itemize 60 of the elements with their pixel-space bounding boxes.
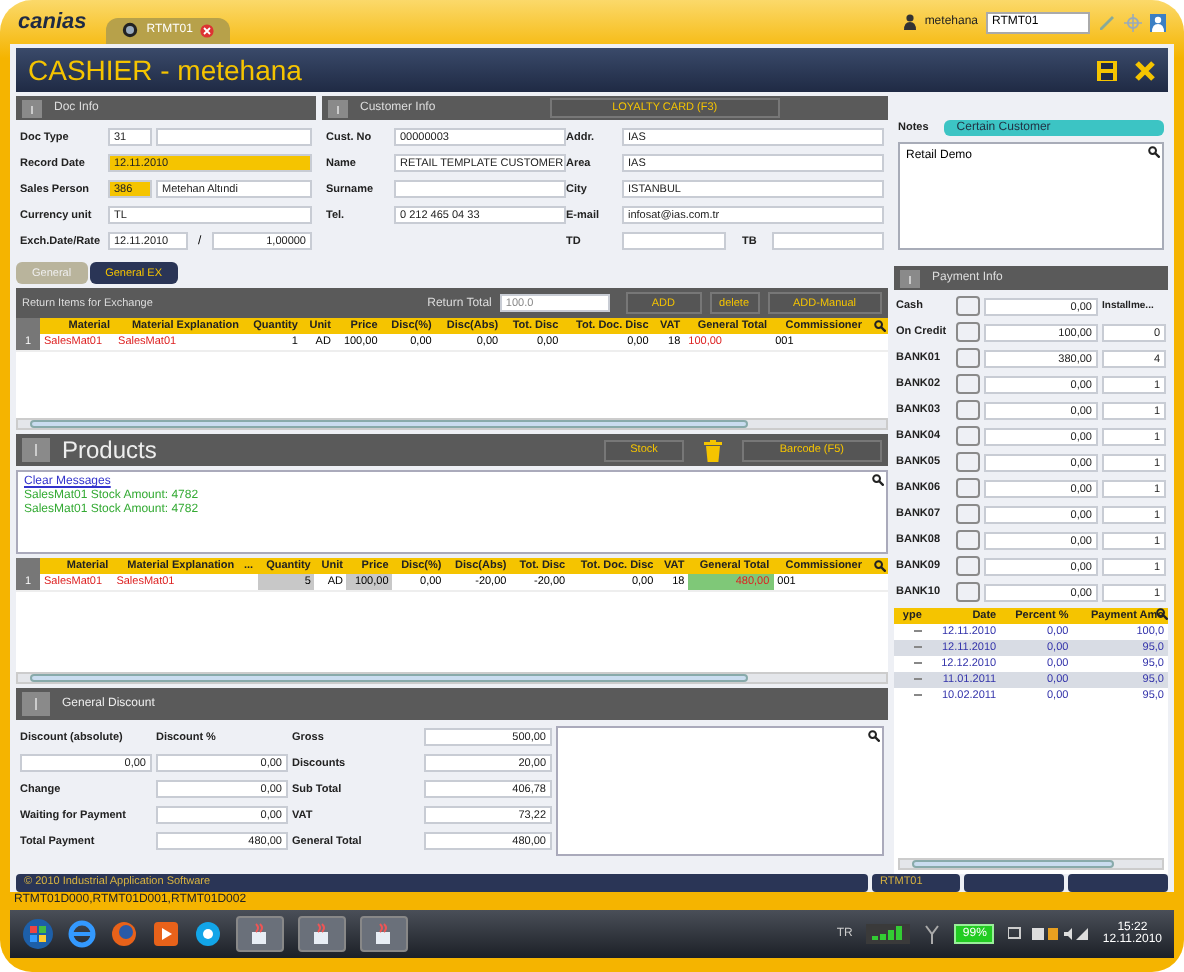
globe-icon (122, 22, 139, 38)
play-icon[interactable] (152, 920, 180, 948)
collapse-icon[interactable] (22, 692, 50, 716)
network-icon[interactable] (924, 924, 941, 944)
input-field[interactable] (156, 128, 312, 146)
row-marker (913, 678, 922, 681)
signal-bars-icon[interactable] (866, 924, 911, 944)
search-icon[interactable] (1148, 146, 1160, 158)
person-icon[interactable] (1150, 13, 1166, 31)
horizontal-scrollbar[interactable] (16, 672, 888, 684)
window-title: CASHIER - metehana (28, 54, 304, 86)
payment-button[interactable] (956, 530, 980, 550)
collapse-icon[interactable] (22, 99, 42, 117)
fox-globe-icon[interactable] (110, 920, 138, 948)
payment-button[interactable] (956, 426, 980, 446)
search-icon[interactable] (868, 730, 880, 742)
taskbar-button[interactable] (360, 916, 408, 952)
row-marker (913, 662, 922, 665)
input-field[interactable] (394, 180, 566, 198)
close-icon[interactable] (200, 23, 215, 37)
payment-button[interactable] (956, 504, 980, 524)
horizontal-scrollbar[interactable] (16, 418, 888, 430)
status-panel (964, 874, 1064, 892)
row-marker (913, 630, 922, 633)
payment-button[interactable] (956, 400, 980, 420)
search-icon[interactable] (872, 474, 884, 486)
cup-icon (250, 922, 270, 946)
status-panel (1068, 874, 1168, 892)
payment-button[interactable] (956, 556, 980, 576)
input-field[interactable] (622, 232, 726, 250)
section-title: Products (62, 436, 157, 464)
start-orb-icon[interactable] (22, 918, 54, 950)
input-field[interactable] (772, 232, 884, 250)
logo: canias (18, 10, 87, 34)
globe-e-icon[interactable] (68, 920, 96, 948)
payment-button[interactable] (956, 478, 980, 498)
payment-button[interactable] (956, 322, 980, 342)
taskbar-button[interactable] (298, 916, 346, 952)
trash-icon[interactable] (703, 439, 722, 461)
payment-button[interactable] (956, 374, 980, 394)
cup-icon (374, 922, 394, 946)
payment-button[interactable] (956, 296, 980, 316)
cup-icon (312, 922, 332, 946)
payment-button[interactable] (956, 452, 980, 472)
row-marker (913, 694, 922, 697)
search-icon[interactable] (874, 320, 886, 332)
search-icon[interactable] (874, 560, 886, 572)
close-icon[interactable] (1134, 59, 1156, 81)
save-icon[interactable] (1096, 59, 1118, 81)
collapse-icon[interactable] (328, 99, 348, 117)
chat-bubble-icon[interactable] (194, 920, 222, 948)
taskbar-button[interactable] (236, 916, 284, 952)
user-icon (904, 14, 917, 30)
tray-icons[interactable] (1008, 926, 1089, 942)
horizontal-scrollbar[interactable] (898, 858, 1164, 870)
row-marker (913, 646, 922, 649)
collapse-icon[interactable] (900, 269, 920, 287)
payment-button[interactable] (956, 582, 980, 602)
collapse-icon[interactable] (22, 438, 50, 462)
payment-button[interactable] (956, 348, 980, 368)
